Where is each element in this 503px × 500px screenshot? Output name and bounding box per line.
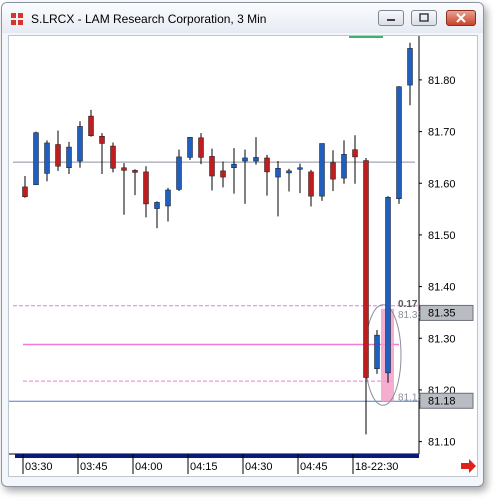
window-title: S.LRCX - LAM Research Corporation, 3 Min xyxy=(31,12,267,26)
candle-down xyxy=(143,171,149,205)
activity-strip xyxy=(349,36,383,38)
price-tick-label: 81.80 xyxy=(428,75,456,87)
candle-up xyxy=(297,167,303,170)
price-tick-label: 81.60 xyxy=(428,178,456,190)
maximize-button[interactable] xyxy=(411,10,437,26)
candle-down xyxy=(330,162,336,180)
arrow-right-icon xyxy=(461,459,476,473)
time-axis-bar xyxy=(15,454,419,458)
candle-down xyxy=(99,135,105,144)
plot-background xyxy=(9,36,419,454)
current-price-label: 81.35 xyxy=(428,307,456,319)
candle-up xyxy=(374,334,380,369)
chart-window: S.LRCX - LAM Research Corporation, 3 Min… xyxy=(1,2,484,487)
minimize-icon xyxy=(387,19,395,21)
candle-down xyxy=(198,137,204,158)
time-tick-label: 18-22:30 xyxy=(355,461,398,473)
candle-down xyxy=(121,167,127,171)
range-size-label: 0.17 xyxy=(398,299,418,310)
price-tick-label: 81.50 xyxy=(428,230,456,242)
candle-down xyxy=(88,115,94,136)
price-tick-label: 81.40 xyxy=(428,282,456,294)
candle-up xyxy=(176,156,182,190)
candle-down xyxy=(209,156,215,177)
candle-up xyxy=(231,163,237,169)
candle-up xyxy=(275,168,281,178)
candle-down xyxy=(110,145,116,169)
candle-up xyxy=(253,157,259,162)
level-price-label: 81.18 xyxy=(428,395,456,407)
candle-up xyxy=(407,48,413,86)
close-icon xyxy=(456,13,466,23)
candle-up xyxy=(44,142,50,174)
time-tick-label: 04:15 xyxy=(190,461,218,473)
time-tick-label: 03:30 xyxy=(25,461,53,473)
candle-down xyxy=(264,157,270,173)
price-scale: 81.8081.7081.6081.5081.4081.3081.2081.10… xyxy=(419,75,474,449)
candle-down xyxy=(22,186,28,197)
price-tick-label: 81.10 xyxy=(428,437,456,449)
close-button[interactable] xyxy=(446,10,476,26)
title-bar[interactable]: S.LRCX - LAM Research Corporation, 3 Min xyxy=(2,3,483,33)
time-tick-label: 04:30 xyxy=(245,461,273,473)
minimize-button[interactable] xyxy=(378,10,404,26)
candle-down xyxy=(220,170,226,178)
candle-down xyxy=(132,170,138,173)
price-tick-label: 81.30 xyxy=(428,333,456,345)
candle-up xyxy=(319,143,325,197)
candle-up xyxy=(242,157,248,162)
candle-up xyxy=(187,137,193,158)
price-tick-label: 81.70 xyxy=(428,127,456,139)
candle-up xyxy=(66,146,72,169)
candle-up xyxy=(77,126,83,162)
time-tick-label: 04:00 xyxy=(135,461,163,473)
candle-up xyxy=(33,132,39,186)
candle-up xyxy=(385,196,391,374)
candle-up xyxy=(286,170,292,174)
chart-area[interactable]: 0.17 81.35 81.18 81.80 81.70 81.60 81.50 81.40… xyxy=(8,35,478,477)
candle-down xyxy=(55,144,61,167)
time-tick-label: 04:45 xyxy=(300,461,328,473)
candle-up xyxy=(396,86,402,200)
candle-up xyxy=(341,154,347,179)
candle-up xyxy=(154,202,160,209)
scroll-right-button[interactable] xyxy=(461,459,476,473)
candle-down xyxy=(308,171,314,197)
app-icon xyxy=(11,13,23,25)
candle-down xyxy=(363,160,369,378)
maximize-icon xyxy=(419,13,429,22)
candle-up xyxy=(165,189,171,207)
time-tick-label: 03:45 xyxy=(80,461,108,473)
candle-down xyxy=(352,149,358,158)
price-chart[interactable]: 0.17 81.35 81.18 81.80 81.70 81.60 81.50 81.40… xyxy=(9,36,477,476)
